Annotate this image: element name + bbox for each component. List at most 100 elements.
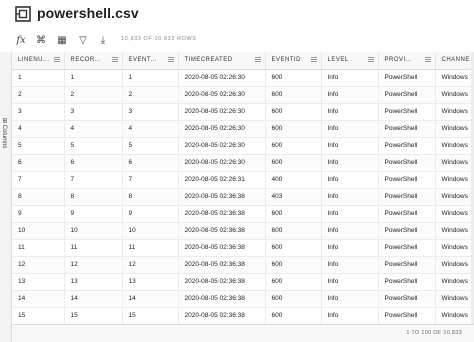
table-cell[interactable]: Windows	[435, 171, 474, 189]
table-cell[interactable]: 600	[265, 137, 322, 155]
table-cell[interactable]: Info	[321, 188, 379, 206]
table-cell[interactable]: Windows	[435, 103, 474, 121]
table-cell[interactable]: 4	[122, 120, 179, 138]
table-cell[interactable]: Info	[321, 154, 379, 172]
column-header[interactable]: CHANNE	[435, 52, 474, 70]
table-cell[interactable]: Info	[321, 256, 379, 274]
table-cell[interactable]: 400	[265, 171, 322, 189]
columns-panel-label[interactable]: ⊞ Columns	[1, 118, 8, 148]
table-cell[interactable]: 2	[64, 86, 123, 104]
column-header[interactable]: EVENT...	[122, 52, 179, 70]
table-cell[interactable]: 600	[265, 69, 322, 87]
table-cell[interactable]: 14	[122, 290, 179, 308]
table-cell[interactable]: 10	[64, 222, 123, 240]
table-cell[interactable]: Info	[321, 273, 379, 291]
table-cell[interactable]: 12	[122, 256, 179, 274]
table-cell[interactable]: 600	[265, 120, 322, 138]
table-cell[interactable]: 600	[265, 307, 322, 324]
table-cell[interactable]: PowerShell	[378, 137, 436, 155]
table-cell[interactable]: 2020-08-05 02:26:30	[178, 103, 266, 121]
column-menu-icon[interactable]	[53, 57, 60, 62]
table-cell[interactable]: 600	[265, 154, 322, 172]
table-cell[interactable]: PowerShell	[378, 273, 436, 291]
table-row[interactable]: 6 6 6 2020-08-05 02:26:30 600 Info PowerShell W…	[12, 154, 474, 172]
table-cell[interactable]: 10	[122, 222, 179, 240]
table-cell[interactable]: 3	[12, 103, 65, 121]
table-cell[interactable]: 2020-08-05 02:36:38	[178, 205, 266, 223]
table-cell[interactable]: PowerShell	[378, 69, 436, 87]
table-cell[interactable]: Windows	[435, 239, 474, 257]
table-cell[interactable]: 2020-08-05 02:36:38	[178, 307, 266, 324]
table-cell[interactable]: Windows	[435, 307, 474, 324]
table-cell[interactable]: 2020-08-05 02:36:38	[178, 222, 266, 240]
column-header[interactable]: TIMECREATED	[178, 52, 266, 70]
table-cell[interactable]: 6	[122, 154, 179, 172]
table-cell[interactable]: Info	[321, 171, 379, 189]
table-cell[interactable]: 10	[12, 222, 65, 240]
column-menu-icon[interactable]	[424, 57, 431, 62]
table-cell[interactable]: 3	[64, 103, 123, 121]
table-cell[interactable]: Windows	[435, 290, 474, 308]
table-row[interactable]: 1 1 1 2020-08-05 02:26:30 600 Info PowerShell W…	[12, 69, 474, 87]
table-cell[interactable]: PowerShell	[378, 222, 436, 240]
table-cell[interactable]: Windows	[435, 256, 474, 274]
chart-icon[interactable]: ▦	[55, 33, 69, 47]
table-cell[interactable]: 9	[122, 205, 179, 223]
formula-icon[interactable]: fx	[14, 33, 28, 47]
column-header[interactable]: PROVI...	[378, 52, 436, 70]
table-cell[interactable]: 12	[12, 256, 65, 274]
column-menu-icon[interactable]	[367, 57, 374, 62]
table-cell[interactable]: 8	[12, 188, 65, 206]
table-row[interactable]: 13 13 13 2020-08-05 02:36:38 600 Info PowerShe…	[12, 273, 474, 291]
table-cell[interactable]: Windows	[435, 86, 474, 104]
table-row[interactable]: 12 12 12 2020-08-05 02:36:38 600 Info PowerShe…	[12, 256, 474, 274]
table-cell[interactable]: Info	[321, 222, 379, 240]
columns-side-panel[interactable]: ⊞ Columns	[0, 52, 12, 342]
column-header[interactable]: LEVEL	[321, 52, 379, 70]
table-cell[interactable]: 5	[122, 137, 179, 155]
filter-icon[interactable]: ▽	[76, 33, 90, 47]
table-row[interactable]: 3 3 3 2020-08-05 02:26:30 600 Info PowerShell W…	[12, 103, 474, 121]
table-cell[interactable]: 15	[12, 307, 65, 324]
table-cell[interactable]: Windows	[435, 154, 474, 172]
table-cell[interactable]: Windows	[435, 188, 474, 206]
table-cell[interactable]: 600	[265, 103, 322, 121]
table-row[interactable]: 11 11 11 2020-08-05 02:36:38 600 Info PowerShe…	[12, 239, 474, 257]
table-cell[interactable]: 2020-08-05 02:26:30	[178, 154, 266, 172]
table-cell[interactable]: Info	[321, 290, 379, 308]
table-cell[interactable]: 3	[122, 103, 179, 121]
table-cell[interactable]: 2020-08-05 02:36:38	[178, 273, 266, 291]
column-menu-icon[interactable]	[310, 57, 317, 62]
table-cell[interactable]: 2020-08-05 02:36:38	[178, 256, 266, 274]
table-row[interactable]: 4 4 4 2020-08-05 02:26:30 600 Info PowerShell W…	[12, 120, 474, 138]
table-cell[interactable]: 2020-08-05 02:36:38	[178, 188, 266, 206]
table-cell[interactable]: PowerShell	[378, 154, 436, 172]
column-header[interactable]: RECOR...	[64, 52, 123, 70]
table-cell[interactable]: 2020-08-05 02:36:38	[178, 290, 266, 308]
table-cell[interactable]: 8	[122, 188, 179, 206]
table-cell[interactable]: 2020-08-05 02:36:38	[178, 239, 266, 257]
column-header[interactable]: LINENU...	[12, 52, 65, 70]
table-row[interactable]: 8 8 8 2020-08-05 02:36:38 403 Info PowerShell W…	[12, 188, 474, 206]
table-cell[interactable]: 2020-08-05 02:26:31	[178, 171, 266, 189]
table-cell[interactable]: 2020-08-05 02:26:30	[178, 69, 266, 87]
table-cell[interactable]: PowerShell	[378, 103, 436, 121]
table-cell[interactable]: Info	[321, 239, 379, 257]
column-menu-icon[interactable]	[254, 57, 261, 62]
table-cell[interactable]: 7	[64, 171, 123, 189]
table-cell[interactable]: Info	[321, 307, 379, 324]
table-cell[interactable]: 13	[122, 273, 179, 291]
table-cell[interactable]: 4	[64, 120, 123, 138]
table-cell[interactable]: 600	[265, 290, 322, 308]
table-cell[interactable]: 14	[64, 290, 123, 308]
table-cell[interactable]: 5	[64, 137, 123, 155]
table-cell[interactable]: 2	[12, 86, 65, 104]
table-cell[interactable]: Windows	[435, 273, 474, 291]
table-cell[interactable]: 13	[12, 273, 65, 291]
table-cell[interactable]: 14	[12, 290, 65, 308]
table-cell[interactable]: 1	[64, 69, 123, 87]
table-cell[interactable]: 11	[64, 239, 123, 257]
table-row[interactable]: 7 7 7 2020-08-05 02:26:31 400 Info PowerShell W…	[12, 171, 474, 189]
table-row[interactable]: 14 14 14 2020-08-05 02:36:38 600 Info PowerShe…	[12, 290, 474, 308]
table-cell[interactable]: 11	[122, 239, 179, 257]
